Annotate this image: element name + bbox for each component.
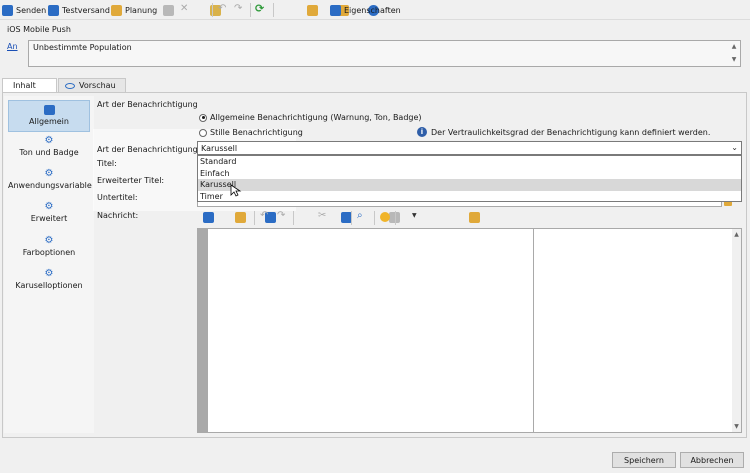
gear-icon: ⚙ — [44, 268, 54, 279]
find-icon[interactable]: ⌕ — [357, 210, 363, 221]
notification-type-dropdown: Standard Einfach Karussell Timer — [197, 155, 742, 202]
notification-type-select[interactable]: Karussell ⌄ — [197, 141, 742, 155]
sidebar-item-sound-badge[interactable]: ⚙ Ton und Badge — [8, 135, 90, 158]
option-carousel[interactable]: Karussell — [198, 179, 741, 191]
tab-preview[interactable]: Vorschau — [58, 78, 126, 92]
gear-icon: ⚙ — [44, 135, 54, 146]
notification-type-label: Art der Benachrichtigung: — [97, 145, 201, 154]
save-button[interactable]: Speichern — [612, 452, 676, 468]
editor-gutter — [198, 229, 208, 432]
population-scrollbar[interactable]: ▲ ▼ — [730, 43, 738, 64]
send-icon — [2, 4, 13, 16]
sidebar: Allgemein ⚙ Ton und Badge ⚙ Anwendungsva… — [4, 96, 94, 433]
sidebar-item-carousel-options[interactable]: ⚙ Karuselloptionen — [8, 268, 90, 291]
mouse-cursor-icon — [230, 184, 242, 197]
calendar-icon — [111, 4, 122, 16]
refresh-icon[interactable]: ⟳ — [255, 2, 264, 15]
tools-icon[interactable] — [307, 5, 319, 16]
subtitle-label: Untertitel: — [97, 193, 138, 202]
gear-icon: ⚙ — [44, 201, 54, 212]
sidebar-item-app-variable[interactable]: ⚙ Anwendungsvariable — [8, 168, 92, 191]
undo-icon[interactable]: ↶ — [218, 3, 226, 14]
copy-icon[interactable] — [163, 5, 174, 16]
radio-general-indicator[interactable] — [199, 113, 207, 122]
new-document-icon[interactable] — [203, 212, 214, 223]
chevron-down-icon[interactable]: ⌄ — [731, 143, 738, 152]
delete-icon[interactable]: ✕ — [180, 3, 188, 14]
test-send-icon — [48, 4, 59, 16]
population-field[interactable]: Unbestimmte Population ▲ ▼ — [28, 40, 741, 67]
sidebar-item-advanced[interactable]: ⚙ Erweitert — [8, 201, 90, 224]
tab-content[interactable]: Inhalt — [2, 78, 57, 92]
test-send-button[interactable]: Testversand — [48, 3, 110, 17]
redo-icon[interactable]: ↷ — [234, 3, 242, 14]
editor-splitter[interactable] — [533, 229, 534, 432]
cancel-button[interactable]: Abbrechen — [680, 452, 744, 468]
gear-icon: ⚙ — [44, 235, 54, 246]
undo-icon[interactable]: ↶ — [260, 210, 268, 221]
general-icon — [43, 105, 55, 115]
extended-title-label: Erweiterter Titel: — [97, 176, 165, 185]
cut-icon[interactable]: ✂ — [318, 210, 326, 221]
sidebar-item-color-options[interactable]: ⚙ Farboptionen — [8, 235, 90, 258]
recipient-link[interactable]: An — [7, 42, 18, 51]
chevron-down-icon[interactable]: ▼ — [412, 212, 417, 219]
editor-scrollbar[interactable]: ▲ ▼ — [732, 229, 741, 432]
properties-icon — [330, 4, 341, 16]
radio-silent-indicator[interactable] — [199, 128, 207, 137]
notification-type-value: Karussell — [201, 144, 238, 153]
redo-icon[interactable]: ↷ — [277, 210, 285, 221]
planning-button[interactable]: Planung — [111, 3, 157, 17]
insert-icon[interactable] — [468, 212, 480, 223]
message-editor[interactable]: ▲ ▼ — [197, 228, 742, 433]
open-folder-icon[interactable] — [234, 212, 246, 223]
population-text: Unbestimmte Population — [33, 43, 132, 52]
main-toolbar: Senden Testversand Planung ✕ ↶ ↷ ⟳ Eigen… — [0, 0, 750, 20]
notification-type-group-title: Art der Benachrichtigung — [97, 100, 198, 109]
emoji-icon[interactable] — [380, 212, 390, 222]
section-title: iOS Mobile Push — [7, 25, 71, 34]
paste-icon[interactable] — [340, 212, 352, 223]
confidentiality-info: i Der Vertraulichkeitsgrad der Benachric… — [417, 127, 710, 137]
properties-button[interactable]: Eigenschaften — [330, 3, 401, 17]
eye-icon — [65, 82, 75, 89]
option-simple[interactable]: Einfach — [198, 168, 741, 180]
send-button[interactable]: Senden — [2, 3, 46, 17]
title-label: Titel: — [97, 159, 117, 168]
message-label: Nachricht: — [97, 211, 139, 220]
sidebar-item-general[interactable]: Allgemein — [8, 100, 90, 132]
info-icon: i — [417, 127, 427, 137]
bottom-bar: Speichern Abbrechen — [0, 440, 750, 473]
radio-silent-notification[interactable]: Stille Benachrichtigung — [199, 128, 303, 137]
option-standard[interactable]: Standard — [198, 156, 741, 168]
radio-general-notification[interactable]: Allgemeine Benachrichtigung (Warnung, To… — [199, 113, 422, 122]
option-timer[interactable]: Timer — [198, 191, 741, 203]
editor-toolbar: ↶ ↷ ✂ ⌕ ▼ — [197, 209, 742, 225]
gear-icon: ⚙ — [44, 168, 54, 179]
